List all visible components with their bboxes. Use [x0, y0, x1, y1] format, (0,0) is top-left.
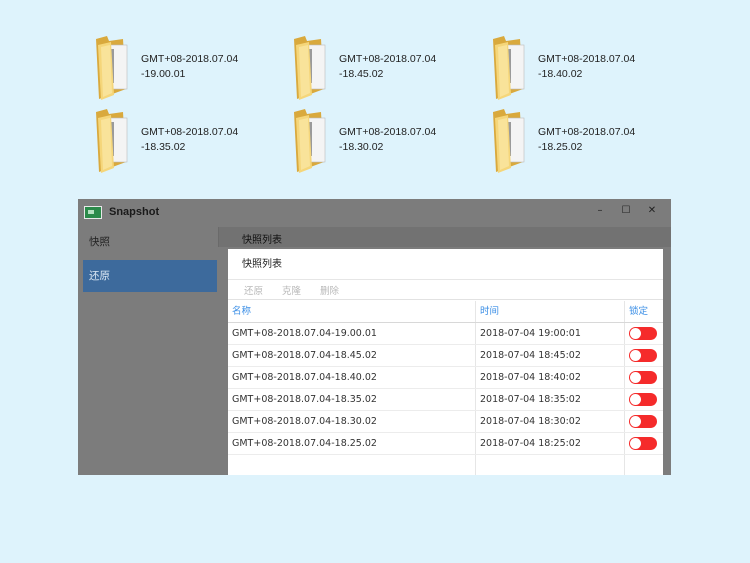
- folder-label-line1: GMT+08-2018.07.04: [339, 126, 437, 138]
- restore-button[interactable]: 还原: [244, 283, 263, 297]
- lock-toggle[interactable]: [629, 349, 657, 362]
- window-title: Snapshot: [109, 206, 160, 218]
- content-header: 快照列表: [218, 227, 671, 247]
- empty-cell: [625, 455, 663, 475]
- minimize-button[interactable]: –: [589, 202, 611, 218]
- folder-label: GMT+08-2018.07.04 -19.00.01: [141, 52, 238, 82]
- folder-label-line2: -18.45.02: [339, 68, 384, 80]
- lock-cell: [625, 389, 663, 410]
- folder-label-line1: GMT+08-2018.07.04: [538, 53, 636, 65]
- snapshot-window: Snapshot – ☐ ✕ 快照 还原 快照列表 快照列表 还原 克隆 删除 …: [78, 199, 671, 475]
- close-button[interactable]: ✕: [641, 202, 663, 218]
- table-row-empty: [228, 455, 663, 475]
- lock-cell: [625, 411, 663, 432]
- folder-label: GMT+08-2018.07.04 -18.30.02: [339, 125, 436, 155]
- table-row[interactable]: GMT+08-2018.07.04-18.25.02 2018-07-04 18…: [228, 433, 663, 455]
- folder-item[interactable]: GMT+08-2018.07.04 -18.25.02: [490, 106, 680, 174]
- folder-label-line2: -19.00.01: [141, 68, 186, 80]
- snapshot-time: 2018-07-04 18:30:02: [476, 411, 625, 432]
- folder-icon: [493, 109, 525, 173]
- snapshot-list-dialog: 快照列表 还原 克隆 删除 名称 时间 锁定 GMT+08-2018.07.04…: [228, 249, 663, 475]
- lock-toggle[interactable]: [629, 371, 657, 384]
- lock-cell: [625, 367, 663, 388]
- folder-label-line2: -18.25.02: [538, 141, 583, 153]
- lock-toggle[interactable]: [629, 327, 657, 340]
- folder-label: GMT+08-2018.07.04 -18.25.02: [538, 125, 635, 155]
- folder-item[interactable]: GMT+08-2018.07.04 -18.45.02: [291, 33, 481, 101]
- snapshot-time: 2018-07-04 18:45:02: [476, 345, 625, 366]
- folder-icon: [96, 36, 128, 100]
- content-header-title: 快照列表: [242, 235, 282, 246]
- snapshot-time: 2018-07-04 18:35:02: [476, 389, 625, 410]
- delete-button[interactable]: 删除: [320, 283, 339, 297]
- column-header-lock[interactable]: 锁定: [625, 301, 663, 322]
- lock-cell: [625, 345, 663, 366]
- table-row[interactable]: GMT+08-2018.07.04-18.45.02 2018-07-04 18…: [228, 345, 663, 367]
- folder-icon: [294, 36, 326, 100]
- table-row[interactable]: GMT+08-2018.07.04-18.35.02 2018-07-04 18…: [228, 389, 663, 411]
- lock-cell: [625, 433, 663, 454]
- snapshot-name: GMT+08-2018.07.04-18.40.02: [228, 367, 476, 388]
- folder-label-line1: GMT+08-2018.07.04: [538, 126, 636, 138]
- dialog-title: 快照列表: [228, 249, 663, 280]
- table-header: 名称 时间 锁定: [228, 301, 663, 323]
- folder-item[interactable]: GMT+08-2018.07.04 -18.30.02: [291, 106, 481, 174]
- app-icon: [84, 205, 102, 219]
- folder-label: GMT+08-2018.07.04 -18.40.02: [538, 52, 635, 82]
- lock-toggle[interactable]: [629, 437, 657, 450]
- empty-cell: [476, 455, 625, 475]
- folder-label-line1: GMT+08-2018.07.04: [141, 53, 239, 65]
- folder-label-line2: -18.40.02: [538, 68, 583, 80]
- folder-item[interactable]: GMT+08-2018.07.04 -19.00.01: [93, 33, 283, 101]
- snapshot-time: 2018-07-04 18:25:02: [476, 433, 625, 454]
- title-bar[interactable]: Snapshot – ☐ ✕: [78, 199, 671, 225]
- sidebar-item-restore[interactable]: 还原: [83, 260, 217, 292]
- folder-item[interactable]: GMT+08-2018.07.04 -18.35.02: [93, 106, 283, 174]
- table-row[interactable]: GMT+08-2018.07.04-18.30.02 2018-07-04 18…: [228, 411, 663, 433]
- lock-toggle[interactable]: [629, 393, 657, 406]
- window-controls: – ☐ ✕: [589, 202, 663, 218]
- folder-label: GMT+08-2018.07.04 -18.45.02: [339, 52, 436, 82]
- column-header-time[interactable]: 时间: [476, 301, 625, 322]
- column-header-name[interactable]: 名称: [228, 301, 476, 322]
- empty-cell: [228, 455, 476, 475]
- sidebar-item-snapshot[interactable]: 快照: [83, 226, 217, 258]
- folder-item[interactable]: GMT+08-2018.07.04 -18.40.02: [490, 33, 680, 101]
- lock-cell: [625, 323, 663, 344]
- folder-label-line1: GMT+08-2018.07.04: [339, 53, 437, 65]
- snapshot-name: GMT+08-2018.07.04-18.45.02: [228, 345, 476, 366]
- snapshot-name: GMT+08-2018.07.04-18.25.02: [228, 433, 476, 454]
- folder-icon: [493, 36, 525, 100]
- snapshot-name: GMT+08-2018.07.04-19.00.01: [228, 323, 476, 344]
- folder-icon: [96, 109, 128, 173]
- folder-label: GMT+08-2018.07.04 -18.35.02: [141, 125, 238, 155]
- snapshot-name: GMT+08-2018.07.04-18.35.02: [228, 389, 476, 410]
- clone-button[interactable]: 克隆: [282, 283, 301, 297]
- snapshot-time: 2018-07-04 19:00:01: [476, 323, 625, 344]
- table-row[interactable]: GMT+08-2018.07.04-18.40.02 2018-07-04 18…: [228, 367, 663, 389]
- dialog-toolbar: 还原 克隆 删除: [228, 280, 663, 300]
- folder-label-line1: GMT+08-2018.07.04: [141, 126, 239, 138]
- sidebar: 快照 还原: [78, 225, 218, 475]
- lock-toggle[interactable]: [629, 415, 657, 428]
- folder-label-line2: -18.35.02: [141, 141, 186, 153]
- snapshot-name: GMT+08-2018.07.04-18.30.02: [228, 411, 476, 432]
- folder-icon: [294, 109, 326, 173]
- table-row[interactable]: GMT+08-2018.07.04-19.00.01 2018-07-04 19…: [228, 323, 663, 345]
- snapshot-table: 名称 时间 锁定 GMT+08-2018.07.04-19.00.01 2018…: [228, 301, 663, 475]
- snapshot-time: 2018-07-04 18:40:02: [476, 367, 625, 388]
- maximize-button[interactable]: ☐: [615, 202, 637, 218]
- folder-label-line2: -18.30.02: [339, 141, 384, 153]
